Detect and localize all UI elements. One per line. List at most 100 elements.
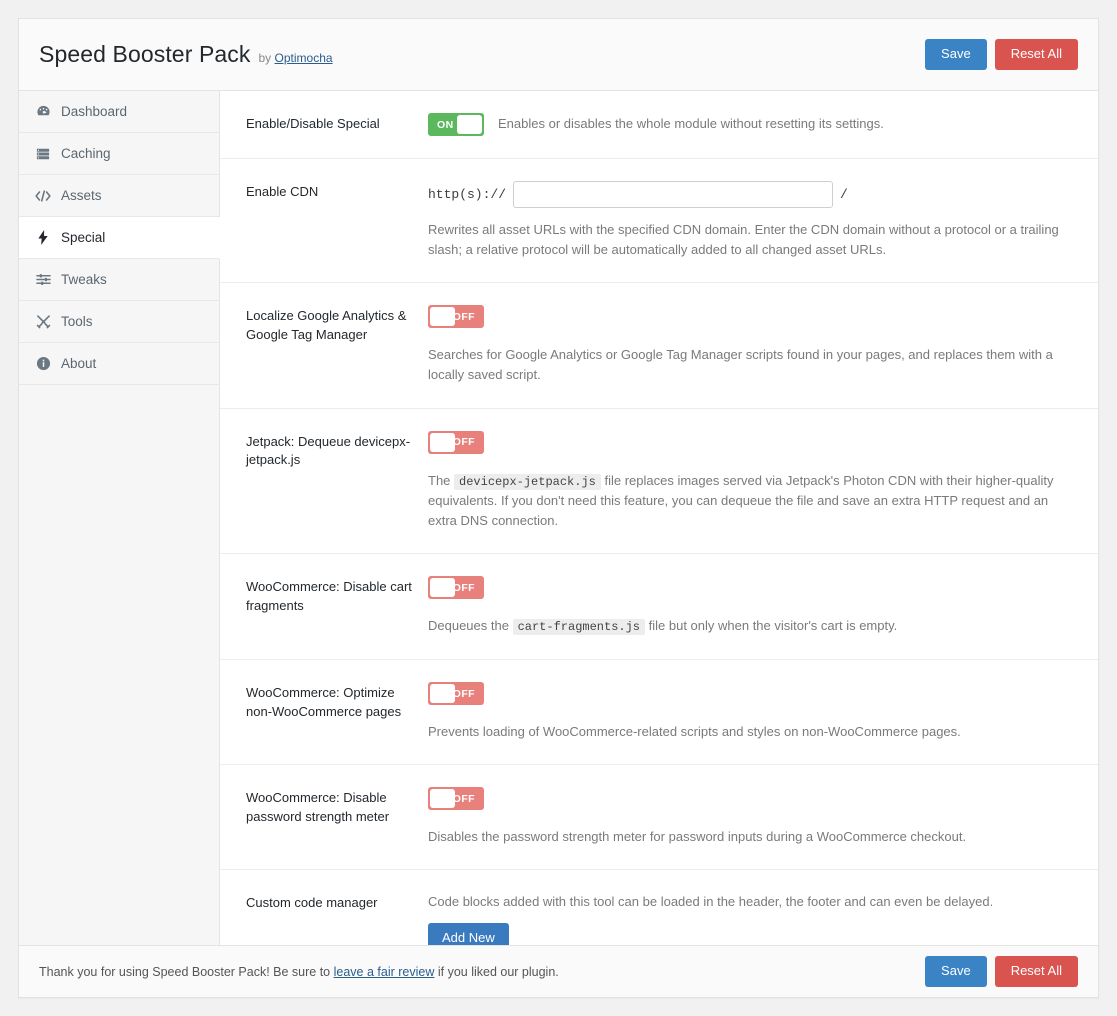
sidebar-item-caching[interactable]: Caching: [19, 133, 219, 175]
code-devicepx-jetpack: devicepx-jetpack.js: [454, 474, 601, 490]
footer-bar: Thank you for using Speed Booster Pack! …: [19, 945, 1098, 997]
page-title: Speed Booster Pack: [39, 41, 250, 68]
lightning-icon: [35, 230, 51, 246]
top-bar-actions: Save Reset All: [925, 39, 1078, 69]
description-part-1: Dequeues the: [428, 618, 509, 633]
description-part-1: The: [428, 473, 450, 488]
setting-label: Enable CDN: [246, 181, 428, 260]
settings-panel: Speed Booster Pack by Optimocha Save Res…: [18, 18, 1099, 998]
footer-message: Thank you for using Speed Booster Pack! …: [39, 965, 559, 979]
setting-label: WooCommerce: Disable cart fragments: [246, 576, 428, 637]
setting-field: OFF The devicepx-jetpack.js file replace…: [428, 431, 1074, 532]
sidebar-item-label: About: [61, 356, 96, 371]
sidebar-item-label: Tools: [61, 314, 93, 329]
setting-description: Enables or disables the whole module wit…: [498, 114, 884, 134]
setting-field: Code blocks added with this tool can be …: [428, 892, 1074, 945]
toggle-state-label: OFF: [453, 436, 475, 448]
toggle-woo-optimize-pages[interactable]: OFF: [428, 682, 484, 705]
sidebar-item-label: Assets: [61, 188, 102, 203]
footer-text-before: Thank you for using Speed Booster Pack! …: [39, 965, 330, 979]
toggle-state-label: OFF: [453, 688, 475, 700]
save-button-top[interactable]: Save: [925, 39, 987, 69]
info-circle-icon: [35, 356, 51, 372]
by-label: by: [258, 51, 271, 65]
app-page: Speed Booster Pack by Optimocha Save Res…: [0, 0, 1117, 1016]
toggle-knob: [430, 789, 455, 808]
setting-row-woo-optimize-pages: WooCommerce: Optimize non-WooCommerce pa…: [220, 660, 1098, 765]
tools-icon: [35, 314, 51, 330]
setting-row-jetpack-devicepx: Jetpack: Dequeue devicepx-jetpack.js OFF…: [220, 409, 1098, 555]
setting-row-enable-special: Enable/Disable Special ON Enables or dis…: [220, 91, 1098, 159]
setting-row-localize-analytics: Localize Google Analytics & Google Tag M…: [220, 283, 1098, 408]
sidebar-item-label: Tweaks: [61, 272, 107, 287]
toggle-localize-analytics[interactable]: OFF: [428, 305, 484, 328]
toggle-state-label: OFF: [453, 582, 475, 594]
setting-description: Dequeues the cart-fragments.js file but …: [428, 616, 1074, 637]
toggle-state-label: OFF: [453, 793, 475, 805]
top-bar: Speed Booster Pack by Optimocha Save Res…: [19, 19, 1098, 91]
setting-label: Custom code manager: [246, 892, 428, 945]
save-button-bottom[interactable]: Save: [925, 956, 987, 986]
reset-all-button-bottom[interactable]: Reset All: [995, 956, 1078, 986]
sidebar-item-label: Caching: [61, 146, 111, 161]
toggle-woo-cart-fragments[interactable]: OFF: [428, 576, 484, 599]
footer-actions: Save Reset All: [925, 956, 1078, 986]
setting-description: Prevents loading of WooCommerce-related …: [428, 722, 1073, 742]
setting-description: Rewrites all asset URLs with the specifi…: [428, 220, 1073, 260]
setting-row-custom-code-manager: Custom code manager Code blocks added wi…: [220, 870, 1098, 945]
author-credit: by Optimocha: [258, 51, 332, 65]
sidebar-item-tweaks[interactable]: Tweaks: [19, 259, 219, 301]
cdn-domain-input[interactable]: [513, 181, 833, 208]
setting-field: http(s):// / Rewrites all asset URLs wit…: [428, 181, 1074, 260]
setting-description: The devicepx-jetpack.js file replaces im…: [428, 471, 1074, 532]
toggle-state-label: OFF: [453, 311, 475, 323]
footer-text-after: if you liked our plugin.: [438, 965, 559, 979]
setting-description: Code blocks added with this tool can be …: [428, 892, 1074, 912]
setting-label: Jetpack: Dequeue devicepx-jetpack.js: [246, 431, 428, 532]
cdn-trailing-slash: /: [840, 187, 848, 202]
setting-field: OFF Prevents loading of WooCommerce-rela…: [428, 682, 1074, 742]
sidebar-item-tools[interactable]: Tools: [19, 301, 219, 343]
toggle-enable-special[interactable]: ON: [428, 113, 484, 136]
setting-label: Localize Google Analytics & Google Tag M…: [246, 305, 428, 385]
sidebar-item-about[interactable]: About: [19, 343, 219, 385]
code-tags-icon: [35, 188, 51, 204]
add-new-button[interactable]: Add New: [428, 923, 509, 945]
settings-content: Enable/Disable Special ON Enables or dis…: [220, 91, 1098, 945]
author-link[interactable]: Optimocha: [275, 51, 333, 65]
setting-row-woo-password-meter: WooCommerce: Disable password strength m…: [220, 765, 1098, 870]
toggle-knob: [430, 578, 455, 597]
setting-description: Searches for Google Analytics or Google …: [428, 345, 1073, 385]
toggle-state-label: ON: [437, 119, 454, 131]
toggle-knob: [457, 115, 482, 134]
sidebar-item-label: Dashboard: [61, 104, 127, 119]
sliders-icon: [35, 272, 51, 288]
toggle-jetpack-devicepx[interactable]: OFF: [428, 431, 484, 454]
cdn-input-group: http(s):// /: [428, 181, 1074, 208]
brand: Speed Booster Pack by Optimocha: [39, 41, 333, 68]
cdn-protocol-prefix: http(s)://: [428, 187, 506, 202]
setting-label: Enable/Disable Special: [246, 113, 428, 136]
gauge-icon: [35, 104, 51, 120]
setting-label: WooCommerce: Optimize non-WooCommerce pa…: [246, 682, 428, 742]
setting-label: WooCommerce: Disable password strength m…: [246, 787, 428, 847]
setting-field: ON Enables or disables the whole module …: [428, 113, 1074, 136]
toggle-woo-password-meter[interactable]: OFF: [428, 787, 484, 810]
sidebar-item-label: Special: [61, 230, 105, 245]
server-icon: [35, 146, 51, 162]
sidebar-item-assets[interactable]: Assets: [19, 175, 219, 217]
code-cart-fragments: cart-fragments.js: [513, 619, 645, 635]
setting-description: Disables the password strength meter for…: [428, 827, 1073, 847]
toggle-knob: [430, 684, 455, 703]
setting-row-enable-cdn: Enable CDN http(s):// / Rewrites all ass…: [220, 159, 1098, 283]
reset-all-button-top[interactable]: Reset All: [995, 39, 1078, 69]
toggle-knob: [430, 433, 455, 452]
sidebar-item-special[interactable]: Special: [19, 217, 220, 259]
description-part-2: file but only when the visitor's cart is…: [649, 618, 898, 633]
sidebar-item-dashboard[interactable]: Dashboard: [19, 91, 219, 133]
setting-field: OFF Searches for Google Analytics or Goo…: [428, 305, 1074, 385]
setting-row-woo-cart-fragments: WooCommerce: Disable cart fragments OFF …: [220, 554, 1098, 660]
leave-review-link[interactable]: leave a fair review: [334, 965, 435, 979]
toggle-knob: [430, 307, 455, 326]
setting-field: OFF Dequeues the cart-fragments.js file …: [428, 576, 1074, 637]
